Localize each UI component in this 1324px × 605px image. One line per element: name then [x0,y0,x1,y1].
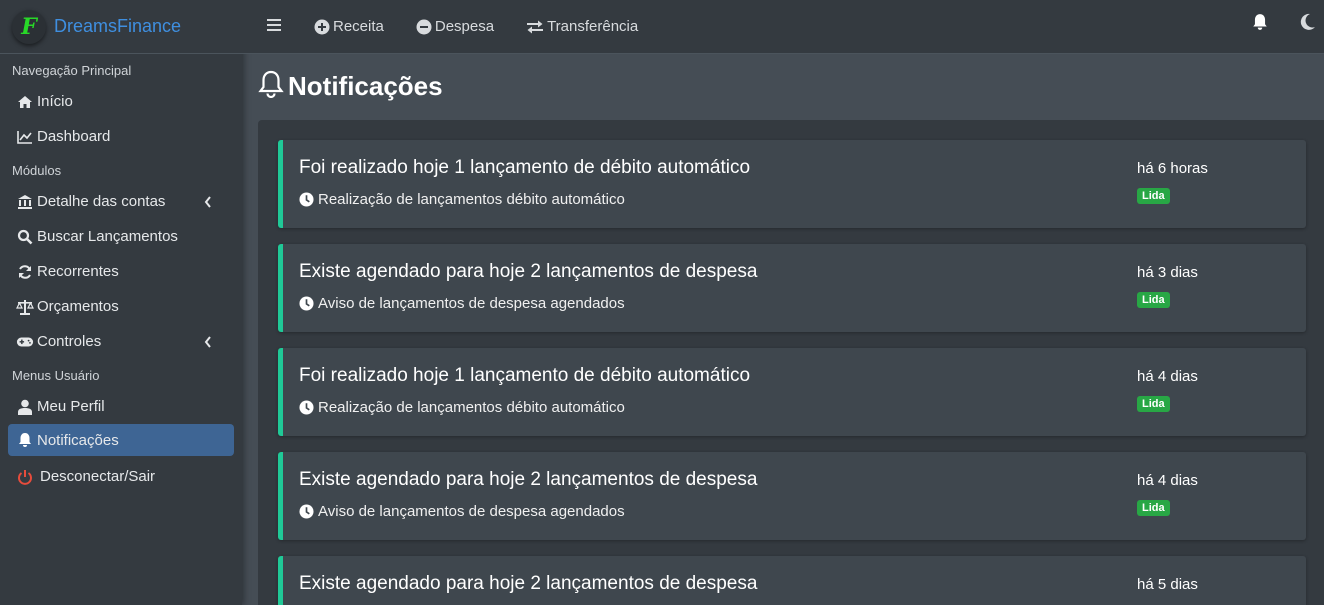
sidebar-item-buscar-lancamentos[interactable]: Buscar Lançamentos [0,219,234,254]
notification-time: há 4 dias [1137,368,1198,385]
sidebar-item-detalhe-contas[interactable]: Detalhe das contas [0,184,234,219]
plus-circle-icon [314,19,330,35]
user-icon [16,399,34,415]
notification-time: há 4 dias [1137,472,1198,489]
bell-icon [16,432,34,448]
despesa-button[interactable]: Despesa [416,18,494,35]
brand-name: DreamsFinance [54,16,182,36]
sidebar-item-inicio[interactable]: Início [0,84,234,119]
sidebar-item-label: Desconectar/Sair [40,468,156,485]
notification-description: Realização de lançamentos débito automát… [299,191,625,208]
transferencia-label: Transferência [547,18,639,35]
gamepad-icon [16,334,34,350]
moon-icon [1300,13,1316,35]
sidebar-item-notificacoes[interactable]: Notificações [8,424,234,456]
notification-description: Aviso de lançamentos de despesa agendado… [299,295,625,312]
sidebar: F DreamsFinance Navegação Principal Iníc… [0,0,242,605]
home-icon [16,94,34,110]
notification-description-text: Realização de lançamentos débito automát… [318,191,625,208]
status-badge: Lida [1137,292,1170,308]
notification-title: Foi realizado hoje 1 lançamento de débit… [299,157,751,178]
brand-logo-letter: F [21,13,37,40]
notification-title: Foi realizado hoje 1 lançamento de débit… [299,365,751,386]
sidebar-item-meu-perfil[interactable]: Meu Perfil [0,389,234,424]
notification-description: Aviso de lançamentos de despesa agendado… [299,503,625,520]
page-title: Notificações [288,71,443,101]
notification-description: Realização de lançamentos débito automát… [299,399,625,416]
notification-time: há 6 horas [1137,160,1208,177]
chevron-left-icon [204,335,212,352]
sidebar-item-label: Orçamentos [37,298,119,315]
clock-icon [299,296,314,311]
notification-title: Existe agendado para hoje 2 lançamentos … [299,261,758,282]
status-badge: Lida [1137,396,1170,412]
notification-description-text: Aviso de lançamentos de despesa agendado… [318,295,625,312]
bell-outline-icon [258,70,284,103]
sidebar-item-desconectar[interactable]: Desconectar/Sair [0,459,234,494]
dark-mode-toggle[interactable] [1300,13,1316,36]
power-icon [16,469,34,485]
sidebar-item-label: Recorrentes [37,263,119,280]
chart-line-icon [16,129,34,145]
clock-icon [299,504,314,519]
notifications-card: Foi realizado hoje 1 lançamento de débit… [258,120,1324,605]
sidebar-item-dashboard[interactable]: Dashboard [0,119,234,154]
notification-description-text: Aviso de lançamentos de despesa agendado… [318,503,625,520]
notification-title: Existe agendado para hoje 2 lançamentos … [299,469,758,490]
sidebar-item-controles[interactable]: Controles [0,324,234,359]
sidebar-item-label: Notificações [37,431,119,449]
brand-link[interactable]: F DreamsFinance [0,0,242,54]
status-badge: Lida [1137,188,1170,204]
top-navbar: Receita Despesa Transferência [242,0,1324,54]
notification-item[interactable]: Foi realizado hoje 1 lançamento de débit… [278,140,1306,228]
nav-header-usuario: Menus Usuário [12,368,100,383]
notification-time: há 5 dias [1137,576,1198,593]
receita-button[interactable]: Receita [314,18,384,35]
sidebar-item-recorrentes[interactable]: Recorrentes [0,254,234,289]
sidebar-item-label: Controles [37,333,102,350]
notification-title: Existe agendado para hoje 2 lançamentos … [299,573,758,594]
search-icon [16,229,34,245]
brand-logo: F [12,9,46,44]
notifications-bell-button[interactable] [1252,13,1268,36]
sidebar-item-orcamentos[interactable]: Orçamentos [0,289,234,324]
bank-icon [16,194,34,210]
sync-icon [16,264,34,280]
balance-scale-icon [16,299,34,315]
hamburger-icon [266,18,282,36]
nav-header-principal: Navegação Principal [12,63,132,78]
notification-item[interactable]: Existe agendado para hoje 2 lançamentos … [278,556,1306,605]
receita-label: Receita [333,18,384,35]
notification-item[interactable]: Existe agendado para hoje 2 lançamentos … [278,244,1306,332]
sidebar-item-label: Início [37,93,73,110]
chevron-left-icon [204,195,212,212]
sidebar-item-label: Dashboard [37,128,111,145]
content-header: Notificações [258,70,443,103]
status-badge: Lida [1137,500,1170,516]
minus-circle-icon [416,19,432,35]
notification-item[interactable]: Foi realizado hoje 1 lançamento de débit… [278,348,1306,436]
notification-time: há 3 dias [1137,264,1198,281]
sidebar-item-label: Detalhe das contas [37,193,166,210]
despesa-label: Despesa [434,18,495,35]
transferencia-button[interactable]: Transferência [526,18,638,35]
notification-description-text: Realização de lançamentos débito automát… [318,399,625,416]
notification-item[interactable]: Existe agendado para hoje 2 lançamentos … [278,452,1306,540]
clock-icon [299,192,314,207]
menu-toggle-button[interactable] [266,18,282,36]
clock-icon [299,400,314,415]
sidebar-item-label: Meu Perfil [37,398,105,415]
exchange-icon [526,19,544,35]
nav-header-modulos: Módulos [12,163,62,178]
bell-icon [1252,14,1268,35]
sidebar-item-label: Buscar Lançamentos [37,228,178,245]
